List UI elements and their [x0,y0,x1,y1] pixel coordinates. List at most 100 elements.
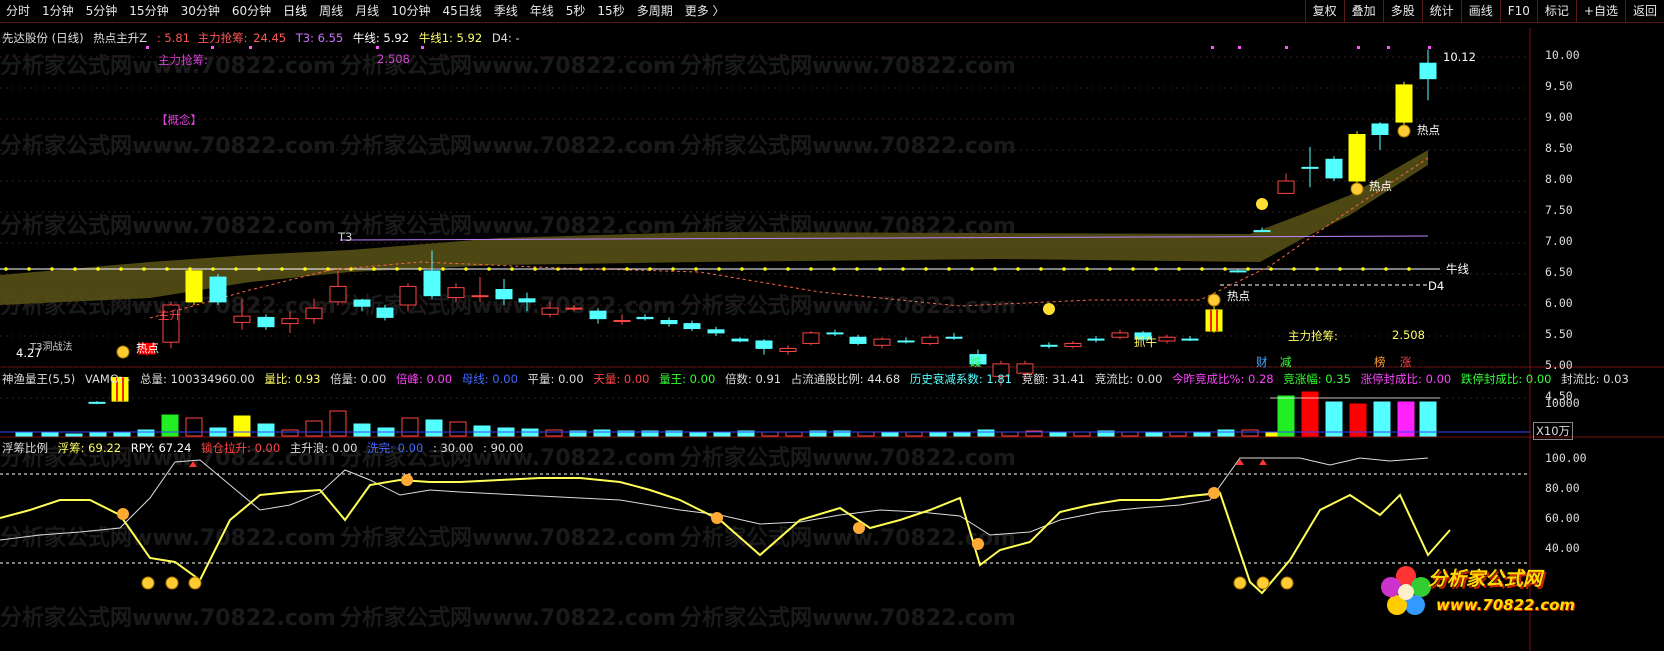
volume-bar [713,431,731,437]
float-indicator-name[interactable]: 浮筹比例 [2,441,48,455]
volume-bar [881,431,899,437]
top-mark [376,46,379,49]
niuxian-dot [464,267,468,271]
bid-amount: 竞额: 31.41 [1021,372,1086,386]
niuxian-dot [418,267,422,271]
niuxian-dot [1338,267,1342,271]
volume-bar [1073,431,1091,437]
vol-axis-label: 10000 [1545,396,1580,410]
volume-bar [1419,401,1437,437]
volume-bar [761,431,779,437]
candle [423,270,441,297]
niuxian-dot [4,267,8,271]
candle [1348,134,1366,182]
candle [1040,344,1058,347]
volume-info-line: 神渔量王(5,5) VAMO: - 总量: 100334960.00 量比: 0… [2,371,1635,387]
candle [945,336,963,339]
candle [565,307,583,310]
niuxian-dot [1131,267,1135,271]
niuxian-dot [740,267,744,271]
high-price-label: 10.12 [1443,50,1476,64]
rise-label: 主升 [158,308,181,322]
tag-cai: 财 [1256,355,1268,369]
candle [88,401,106,404]
volume-bar [593,429,611,437]
money-bag-icon [116,345,130,359]
candle [541,307,559,315]
sky-volume: 天量: 0.00 [593,372,650,386]
volume-bar [1169,431,1187,437]
candle [802,332,820,344]
niuxian-dot [947,267,951,271]
candle [209,276,227,303]
candle [1395,84,1413,123]
rpy-line [0,457,1429,541]
volume-bar [1397,401,1415,437]
hot-label-2: 热点 [1227,289,1250,303]
volume-bar [785,431,803,437]
t3-chart-label: T3 [338,230,353,244]
candle [305,307,323,320]
niuxian-dot [1246,267,1250,271]
float-line [0,477,1451,595]
volume-bar [977,429,995,437]
niuxian-dot [878,267,882,271]
niu-chart-label: 牛线 [1446,262,1469,276]
volume-bar [233,415,251,437]
niuxian-dot [165,267,169,271]
rpy-value: RPY: 67.24 [130,441,192,455]
candle [1301,166,1319,169]
niuxian-dot [786,267,790,271]
tag-zhang: 涨 [1400,355,1412,369]
volume-bar [449,421,467,437]
candle [660,320,678,325]
vol-unit: X10万 [1533,422,1574,440]
candle [1158,336,1176,342]
vol-indicator-name[interactable]: 神渔量王(5,5) [2,372,75,386]
niuxian-dot [1085,267,1089,271]
bid-flow: 竞流比: 0.00 [1094,372,1163,386]
price-tick: 9.50 [1545,79,1573,93]
volume-bar [1217,429,1235,437]
volume-bar [689,431,707,437]
up-arrow-icon [189,461,197,467]
candle [1277,180,1295,194]
niuxian-dot [142,267,146,271]
volume-bar [305,420,323,437]
top-mark [1211,46,1214,49]
money-bag-icon [1397,124,1411,138]
candle [873,338,891,346]
volume-bar [929,431,947,437]
top-mark [1357,46,1360,49]
candle [1371,123,1389,135]
candle [376,307,394,318]
niuxian-dot [1315,267,1319,271]
site-logo: 分析家公式网 www.70822.com [1370,556,1660,648]
top-mark [249,46,252,49]
candle [731,338,749,342]
limit-down: 跌停封成比: 0.00 [1460,372,1552,386]
kline-chart[interactable] [0,0,1664,651]
niuxian-dot [487,267,491,271]
sell-signal-icon [711,512,723,524]
total-volume: 总量: 100334960.00 [140,372,255,386]
volume-bar [1325,401,1343,437]
candle [518,298,536,303]
limit-up: 涨停封成比: 0.00 [1360,372,1452,386]
niuxian-dot [970,267,974,271]
low-tag: T3洞战法 [30,342,73,353]
niuxian-dot [855,267,859,271]
volume-bar [1001,431,1019,437]
volume-bar [1121,431,1139,437]
volume-bar [473,425,491,437]
niuxian-dot [234,267,238,271]
volume-bar [545,429,563,437]
tag-bang: 榜 [1374,355,1386,369]
flat-volume: 平量: 0.00 [527,372,584,386]
niuxian-dot [1223,267,1227,271]
volume-bar [1277,395,1295,437]
niuxian-dot [1062,267,1066,271]
price-tick: 8.00 [1545,172,1573,186]
candle [589,310,607,320]
candle [1419,62,1437,80]
